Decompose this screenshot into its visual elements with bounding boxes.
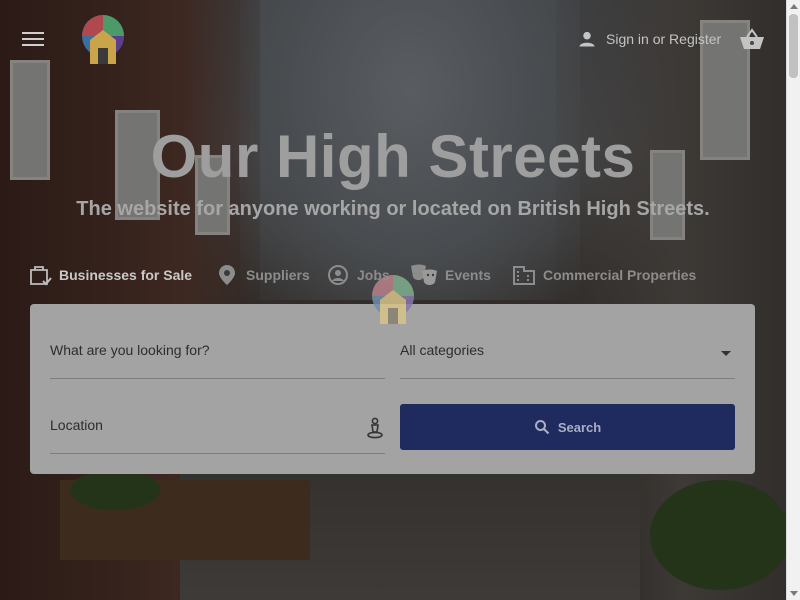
scroll-down-arrow-icon[interactable] <box>790 591 798 596</box>
scroll-thumb[interactable] <box>789 14 798 78</box>
loading-logo-icon <box>372 275 414 324</box>
tab-label: Businesses for Sale <box>59 267 193 283</box>
register-link[interactable]: Register <box>669 31 721 47</box>
logo-icon[interactable] <box>80 14 126 66</box>
tab-label: Events <box>445 267 491 283</box>
shop-sale-icon <box>30 266 52 286</box>
building-icon <box>513 266 535 285</box>
tab-businesses-for-sale[interactable]: Businesses for Sale <box>28 262 192 288</box>
or-text: or <box>652 31 666 47</box>
tab-events[interactable]: Events <box>410 262 491 288</box>
location-input[interactable]: Location <box>50 417 385 454</box>
menu-icon[interactable] <box>22 32 44 50</box>
page-subtitle: The website for anyone working or locate… <box>76 198 710 220</box>
tab-label: Commercial Properties <box>543 267 697 283</box>
category-select[interactable]: All categories <box>400 342 735 379</box>
sign-in-register: Sign in or Register <box>606 31 721 47</box>
tab-suppliers[interactable]: Suppliers <box>215 262 310 288</box>
search-panel: What are you looking for? All categories… <box>30 304 755 474</box>
location-pin-icon <box>219 265 235 285</box>
category-selected-value: All categories <box>400 342 485 358</box>
user-icon[interactable] <box>577 29 597 49</box>
person-pin-icon[interactable] <box>365 417 385 439</box>
tab-label: Suppliers <box>246 267 310 283</box>
location-placeholder: Location <box>50 417 103 433</box>
search-keyword-placeholder: What are you looking for? <box>50 342 210 358</box>
page-title: Our High Streets <box>150 123 636 190</box>
basket-icon[interactable] <box>739 28 765 50</box>
search-button-label: Search <box>557 419 602 435</box>
search-keyword-input[interactable]: What are you looking for? <box>50 342 385 379</box>
tab-commercial-properties[interactable]: Commercial Properties <box>512 262 696 288</box>
scroll-up-arrow-icon[interactable] <box>790 4 798 9</box>
person-search-icon <box>328 265 348 285</box>
search-icon <box>534 420 550 435</box>
sign-in-link[interactable]: Sign in <box>606 31 649 47</box>
vertical-scrollbar[interactable] <box>786 0 800 600</box>
search-button[interactable]: Search <box>400 404 735 450</box>
chevron-down-icon <box>721 351 731 356</box>
